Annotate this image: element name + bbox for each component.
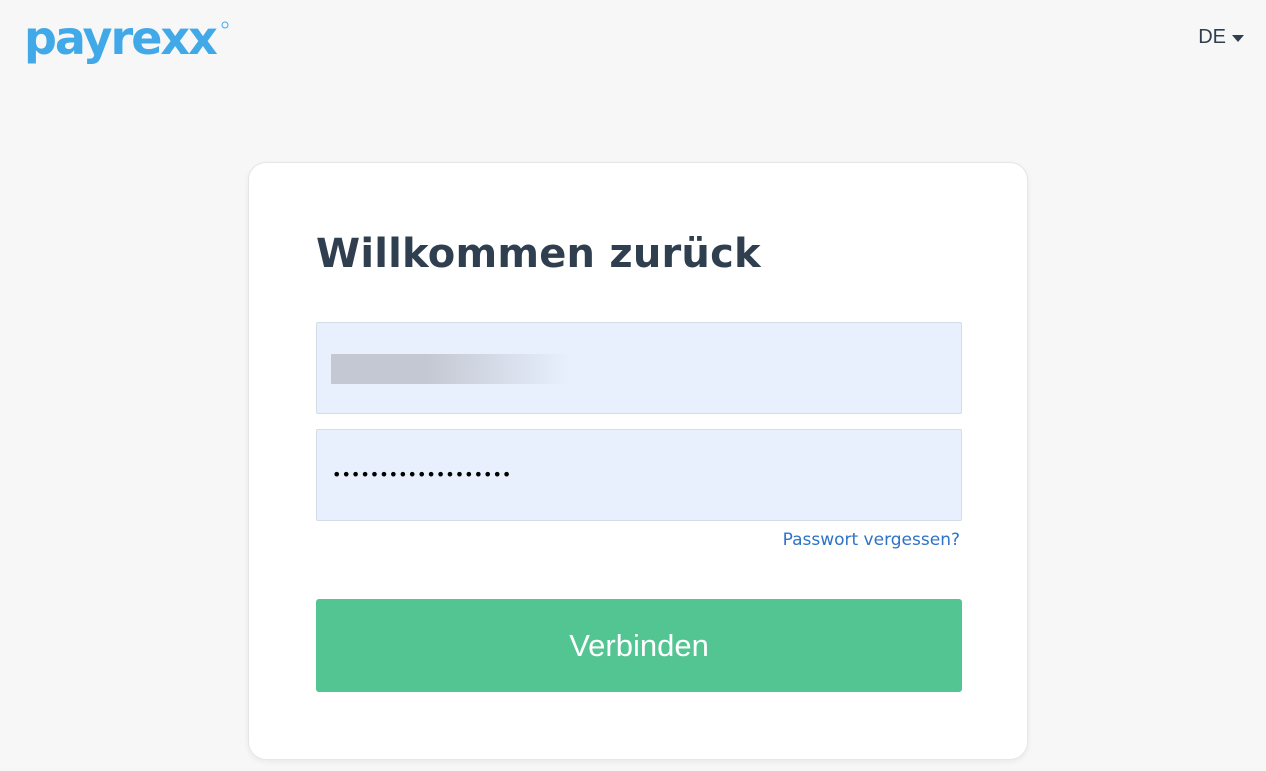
email-field-container xyxy=(316,322,962,414)
page-title: Willkommen zurück xyxy=(316,231,761,277)
login-page: payrexx DE Willkommen zurück •••••••••••… xyxy=(0,0,1266,771)
language-label: DE xyxy=(1198,26,1226,48)
registered-mark-icon xyxy=(221,21,229,29)
caret-down-icon xyxy=(1232,35,1244,42)
logo-text: payrexx xyxy=(24,14,217,65)
connect-button[interactable]: Verbinden xyxy=(316,599,962,692)
forgot-password-link[interactable]: Passwort vergessen? xyxy=(783,530,960,550)
language-selector[interactable]: DE xyxy=(1198,26,1244,49)
email-field[interactable] xyxy=(317,323,961,413)
login-card: Willkommen zurück ••••••••••••••••••• Pa… xyxy=(248,162,1028,760)
payrexx-logo[interactable]: payrexx xyxy=(24,14,234,72)
payrexx-logo-wordmark: payrexx xyxy=(24,14,229,65)
password-field[interactable] xyxy=(317,430,961,520)
password-field-container: ••••••••••••••••••• xyxy=(316,429,962,521)
